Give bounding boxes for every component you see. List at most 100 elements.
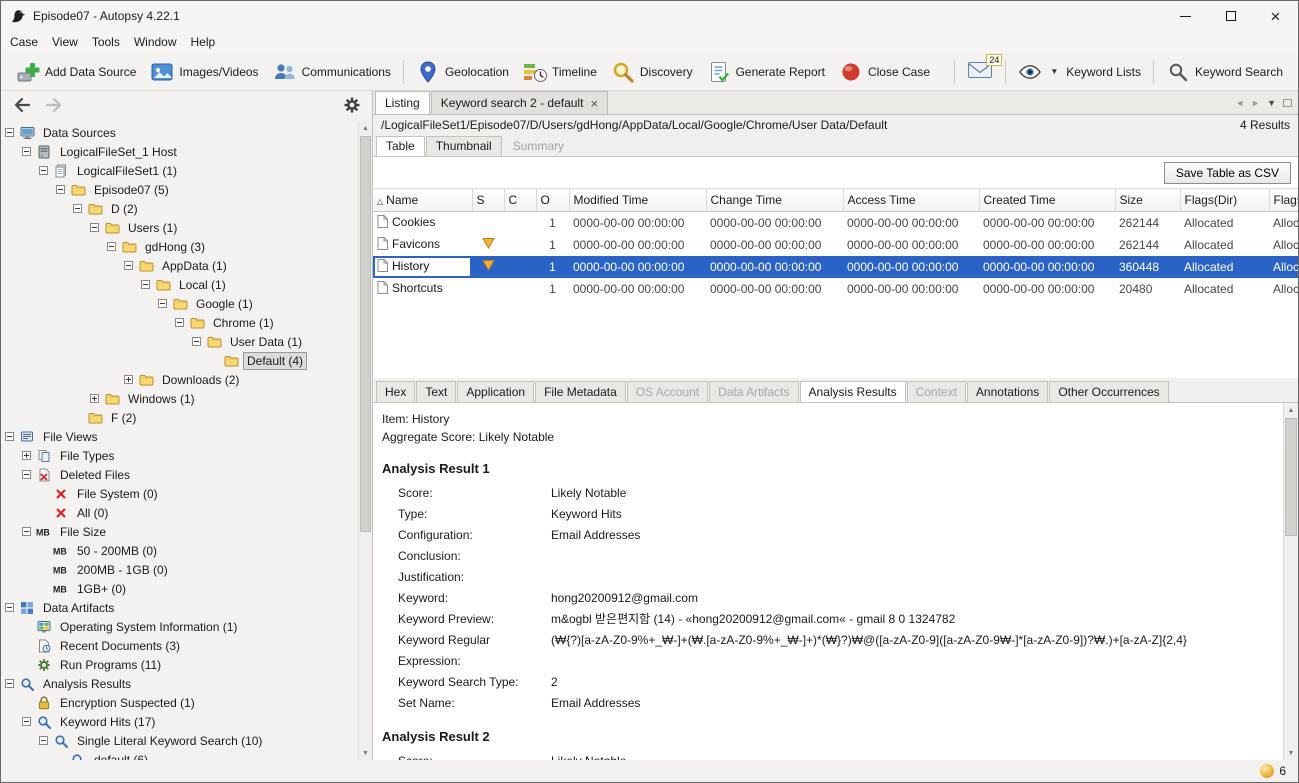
- communications-button[interactable]: Communications: [266, 57, 398, 87]
- tree-expander[interactable]: [90, 223, 99, 232]
- tree-item-f-2[interactable]: F (2): [1, 408, 358, 427]
- tree-expander[interactable]: [5, 128, 14, 137]
- tree-item-logicalfileset-1-host[interactable]: LogicalFileSet_1 Host: [1, 142, 358, 161]
- content-tab-file-metadata[interactable]: File Metadata: [535, 381, 626, 402]
- tree-scrollbar[interactable]: ▲ ▼: [358, 121, 372, 760]
- column-header-modified-time[interactable]: Modified Time: [569, 188, 707, 212]
- tree-item-run-programs-11[interactable]: Run Programs (11): [1, 655, 358, 674]
- view-tab-table[interactable]: Table: [376, 136, 425, 156]
- tree-item-1gb-0[interactable]: MB 1GB+ (0): [1, 579, 358, 598]
- tree-item-logicalfileset1-1[interactable]: LogicalFileSet1 (1): [1, 161, 358, 180]
- geolocation-button[interactable]: Geolocation: [409, 57, 516, 87]
- tree-expander[interactable]: [73, 204, 82, 213]
- tree-item-operating-system-information-1[interactable]: Operating System Information (1): [1, 617, 358, 636]
- tree-expander[interactable]: [39, 166, 48, 175]
- column-header-s[interactable]: S: [472, 188, 505, 212]
- column-header-o[interactable]: O: [536, 188, 570, 212]
- scroll-down-icon[interactable]: ▼: [1284, 746, 1298, 760]
- tree-item-user-data-1[interactable]: User Data (1): [1, 332, 358, 351]
- minimize-button[interactable]: [1163, 1, 1208, 31]
- tree-item-file-system-0[interactable]: File System (0): [1, 484, 358, 503]
- add-data-source-button[interactable]: Add Data Source: [9, 57, 143, 87]
- tree-expander[interactable]: [124, 375, 133, 384]
- tree-item-chrome-1[interactable]: Chrome (1): [1, 313, 358, 332]
- tree-item-50-200mb-0[interactable]: MB 50 - 200MB (0): [1, 541, 358, 560]
- tree-item-gdhong-3[interactable]: gdHong (3): [1, 237, 358, 256]
- tree-item-200mb-1gb-0[interactable]: MB 200MB - 1GB (0): [1, 560, 358, 579]
- close-button[interactable]: ×: [1253, 1, 1298, 31]
- column-header-access-time[interactable]: Access Time: [843, 188, 980, 212]
- tree-item-downloads-2[interactable]: Downloads (2): [1, 370, 358, 389]
- tree-item-analysis-results[interactable]: Analysis Results: [1, 674, 358, 693]
- maximize-button[interactable]: [1208, 1, 1253, 31]
- tree-expander[interactable]: [124, 261, 133, 270]
- table-row[interactable]: Shortcuts 1 0000-00-00 00:00:00 0000-00-00 …: [373, 278, 1298, 300]
- tree-item-google-1[interactable]: Google (1): [1, 294, 358, 313]
- table-row[interactable]: Cookies 1 0000-00-00 00:00:00 0000-00-00 00…: [373, 212, 1298, 234]
- scrollbar-thumb[interactable]: [360, 136, 371, 533]
- content-tab-text[interactable]: Text: [416, 381, 457, 402]
- close-tab-icon[interactable]: ×: [590, 97, 598, 110]
- scroll-up-icon[interactable]: ▲: [1284, 403, 1298, 417]
- discovery-button[interactable]: Discovery: [604, 57, 700, 87]
- column-header-size[interactable]: Size: [1115, 188, 1181, 212]
- tree-item-local-1[interactable]: Local (1): [1, 275, 358, 294]
- timeline-button[interactable]: Timeline: [516, 57, 604, 87]
- menu-case[interactable]: Case: [3, 33, 45, 51]
- content-tab-application[interactable]: Application: [457, 381, 535, 402]
- content-tab-hex[interactable]: Hex: [376, 381, 416, 402]
- generate-report-button[interactable]: Generate Report: [700, 57, 832, 87]
- tree-expander[interactable]: [22, 717, 31, 726]
- tree-item-deleted-files[interactable]: Deleted Files: [1, 465, 358, 484]
- tree-item-file-size[interactable]: MB File Size: [1, 522, 358, 541]
- save-table-as-csv-button[interactable]: Save Table as CSV: [1163, 161, 1291, 184]
- tree-options-button[interactable]: [340, 94, 364, 118]
- tree-item-keyword-hits-17[interactable]: Keyword Hits (17): [1, 712, 358, 731]
- tree-item-default-6[interactable]: default (6): [1, 750, 358, 760]
- scroll-tabs-right-icon[interactable]: ►: [1251, 98, 1260, 108]
- column-header-created-time[interactable]: Created Time: [979, 188, 1116, 212]
- column-header-flags-dir[interactable]: Flags(Dir): [1180, 188, 1270, 212]
- maximize-view-icon[interactable]: [1283, 98, 1292, 107]
- background-tasks-icon[interactable]: [1260, 764, 1275, 778]
- tree-expander[interactable]: [192, 337, 201, 346]
- column-header-name[interactable]: △ Name: [373, 188, 473, 212]
- back-button[interactable]: [9, 94, 35, 118]
- tree-expander[interactable]: [22, 470, 31, 479]
- menu-window[interactable]: Window: [127, 33, 184, 51]
- tree-item-d-2[interactable]: D (2): [1, 199, 358, 218]
- scrollbar-thumb[interactable]: [1285, 418, 1297, 536]
- tree-item-recent-documents-3[interactable]: Recent Documents (3): [1, 636, 358, 655]
- tree-expander[interactable]: [22, 451, 31, 460]
- content-tab-other-occurrences[interactable]: Other Occurrences: [1049, 381, 1169, 402]
- tab-listing[interactable]: Listing: [375, 91, 430, 114]
- tree-expander[interactable]: [5, 679, 14, 688]
- tree-expander[interactable]: [22, 527, 31, 536]
- content-tab-annotations[interactable]: Annotations: [966, 381, 1049, 402]
- tree-expander[interactable]: [5, 603, 14, 612]
- close-case-button[interactable]: Close Case: [832, 57, 937, 87]
- column-header-c[interactable]: C: [504, 188, 537, 212]
- tree-item-data-artifacts[interactable]: Data Artifacts: [1, 598, 358, 617]
- menu-help[interactable]: Help: [184, 33, 223, 51]
- column-header-change-time[interactable]: Change Time: [706, 188, 844, 212]
- tree-expander[interactable]: [22, 147, 31, 156]
- table-row[interactable]: History 1 0000-00-00 00:00:00 0000-00-00 00…: [373, 255, 1298, 278]
- titlebar[interactable]: Episode07 - Autopsy 4.22.1 ×: [1, 1, 1298, 31]
- tree-expander[interactable]: [107, 242, 116, 251]
- tree-expander[interactable]: [141, 280, 150, 289]
- tree-item-single-literal-keyword-search-10[interactable]: Single Literal Keyword Search (10): [1, 731, 358, 750]
- view-tab-thumbnail[interactable]: Thumbnail: [425, 136, 502, 156]
- tree-expander[interactable]: [56, 185, 65, 194]
- images-videos-button[interactable]: Images/Videos: [143, 57, 265, 87]
- notifications-button[interactable]: 24: [960, 54, 1003, 87]
- tree-item-appdata-1[interactable]: AppData (1): [1, 256, 358, 275]
- tree-expander[interactable]: [39, 736, 48, 745]
- tab-list-dropdown-icon[interactable]: ▼: [1267, 98, 1276, 108]
- scroll-up-icon[interactable]: ▲: [359, 121, 372, 135]
- tree-item-file-views[interactable]: File Views: [1, 427, 358, 446]
- tree-expander[interactable]: [90, 394, 99, 403]
- column-header-flags-meta[interactable]: Flags(Meta): [1269, 188, 1298, 212]
- tree-item-all-0[interactable]: All (0): [1, 503, 358, 522]
- scroll-tabs-left-icon[interactable]: ◄: [1235, 98, 1244, 108]
